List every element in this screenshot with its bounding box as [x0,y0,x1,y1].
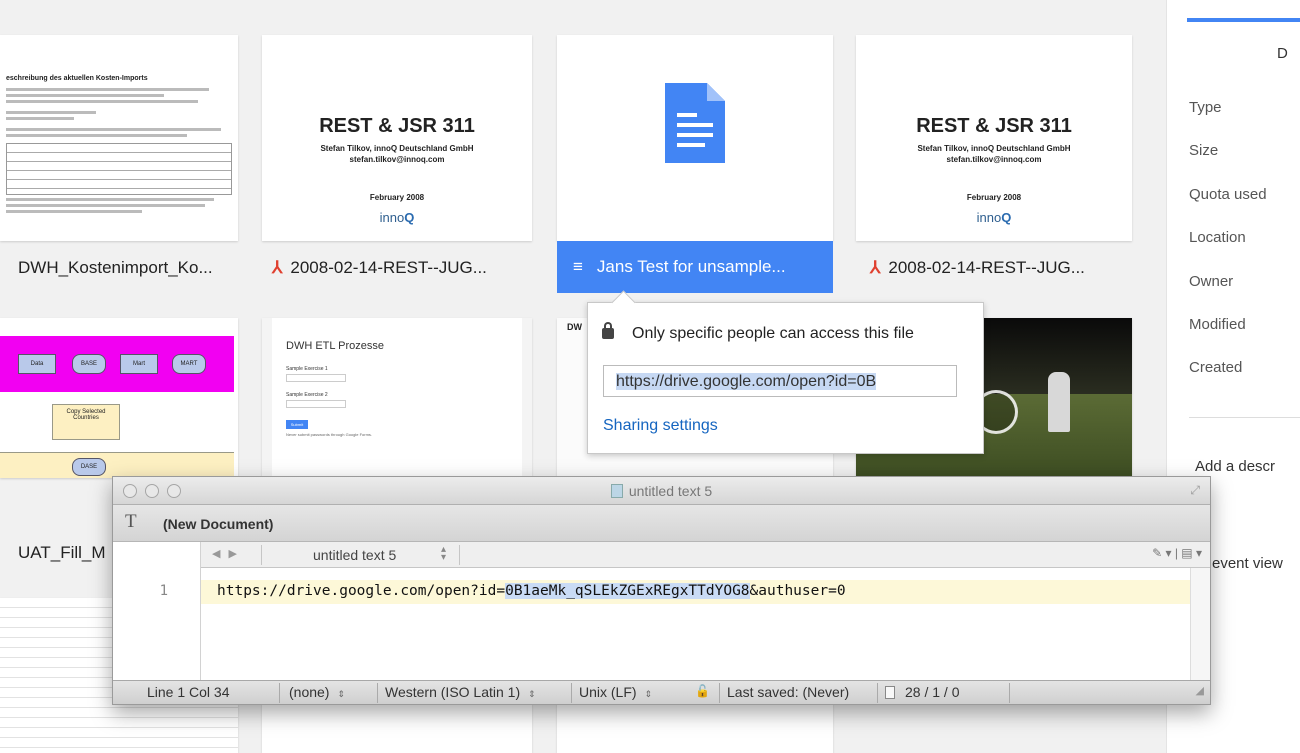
pres-title: REST & JSR 311 [319,115,475,137]
pdf-icon: ⅄ [870,258,881,277]
flow-node: BASE [72,354,106,374]
share-popup: Only specific people can access this fil… [587,302,984,454]
file-thumbnail-flow-diagram[interactable]: Data BASE Mart MART Copy Selected Countr… [0,318,238,478]
window-titlebar[interactable]: untitled text 5 ⤢ [113,477,1210,505]
file-selector[interactable]: untitled text 5 [313,547,396,563]
text-editor-window: untitled text 5 ⤢ T (New Document) 1 ◀▶ … [112,476,1211,705]
file-name[interactable]: ⅄ 2008-02-14-REST--JUG... [272,258,487,278]
nav-back-forward-icon[interactable]: ◀▶ [212,547,245,560]
file-thumbnail-rest-pdf-1[interactable]: REST & JSR 311 Stefan Tilkov, innoQ Deut… [262,35,532,241]
detail-label-quota: Quota used [1189,186,1267,203]
detail-label-created: Created [1189,359,1243,376]
flow-node: Data [18,354,56,374]
navigation-bar: ◀▶ untitled text 5 ▴ ▾ ✎ ▾ | ▤ ▾ [201,542,1210,568]
file-name[interactable]: ⅄ 2008-02-14-REST--JUG... [870,258,1085,278]
google-doc-icon [665,83,725,163]
pres-email: stefan.tilkov@innoq.com [349,155,445,164]
access-message: Only specific people can access this fil… [602,322,914,343]
vertical-scrollbar[interactable] [1190,568,1210,682]
text-editor-area[interactable]: https://drive.google.com/open?id=0B1aeMk… [201,568,1190,682]
flow-node: Copy Selected Countries [52,404,120,440]
line-endings-selector[interactable]: Unix (LF) ⇕ [579,684,652,700]
window-title: untitled text 5 [113,483,1210,499]
text-document-icon[interactable]: T [125,511,137,533]
flow-node: Mart [120,354,158,374]
syntax-mode-selector[interactable]: (none) ⇕ [289,684,345,700]
doc-preview-table [6,143,232,195]
pres-date: February 2008 [369,193,425,202]
lock-icon [602,322,614,339]
form-title: DWH ETL Prozesse [286,340,385,352]
line-number-gutter: 1 [113,542,201,682]
document-icon [610,484,623,498]
details-tab[interactable]: D [1277,45,1288,62]
pdf-icon: ⅄ [272,258,283,277]
doc-icon: ≡ [573,257,583,276]
doc-preview-heading: eschreibung des aktuellen Kosten-Imports [6,75,148,82]
detail-label-size: Size [1189,142,1219,159]
cursor-position: Line 1 Col 34 [147,684,230,700]
detail-label-location: Location [1189,229,1246,246]
status-bar: Line 1 Col 34 (none) ⇕ Western (ISO Latin… [113,680,1210,704]
file-thumbnail-rest-pdf-2[interactable]: REST & JSR 311 Stefan Tilkov, innoQ Deut… [856,35,1132,241]
selected-file-name-bar[interactable]: ≡ Jans Test for unsample... [557,241,833,293]
detail-label-modified: Modified [1189,316,1246,333]
encoding-selector[interactable]: Western (ISO Latin 1) ⇕ [385,684,536,700]
add-description-field[interactable]: Add a descr [1195,458,1275,475]
unlock-icon[interactable]: 🔓 [695,684,710,698]
line-number: 1 [159,583,168,599]
editor-line-text: https://drive.google.com/open?id=0B1aeMk… [217,583,846,599]
innoq-logo: innoQ [976,210,1012,225]
resize-grip-icon[interactable]: ◢ [1196,684,1204,697]
pres-author: Stefan Tilkov, innoQ Deutschland GmbH [320,144,474,153]
fullscreen-icon[interactable]: ⤢ [1190,483,1200,498]
detail-label-owner: Owner [1189,273,1234,290]
document-label: (New Document) [163,516,274,532]
pin-and-split-icons[interactable]: ✎ ▾ | ▤ ▾ [1152,546,1202,560]
doc-preview-lines [6,88,232,137]
sharing-settings-link[interactable]: Sharing settings [603,417,718,435]
file-thumbnail-dwh-kostenimport[interactable]: eschreibung des aktuellen Kosten-Imports [0,35,238,241]
share-link-field[interactable]: https://drive.google.com/open?id=0B [603,365,957,397]
last-saved-status: Last saved: (Never) [727,684,850,700]
flow-node: DASE [72,458,106,476]
file-thumbnail-etl-form[interactable]: DWH ETL Prozesse Sample Exercise 1 Sampl… [262,318,532,478]
flow-node: MART [172,354,206,374]
file-name[interactable]: DWH_Kostenimport_Ko... [18,258,213,278]
editor-toolbar: T (New Document) [113,505,1210,542]
file-stepper-icon[interactable]: ▴ ▾ [441,545,446,563]
document-stats-icon [885,686,895,699]
details-tab-indicator [1187,18,1300,22]
character-counts: 28 / 1 / 0 [905,684,960,700]
event-view-label: event view [1212,555,1283,572]
file-name[interactable]: UAT_Fill_M [18,543,106,563]
innoq-logo: innoQ [379,210,415,225]
current-line: https://drive.google.com/open?id=0B1aeMk… [201,580,1190,604]
file-thumbnail-jans-test[interactable] [557,35,833,241]
detail-label-type: Type [1189,99,1222,116]
